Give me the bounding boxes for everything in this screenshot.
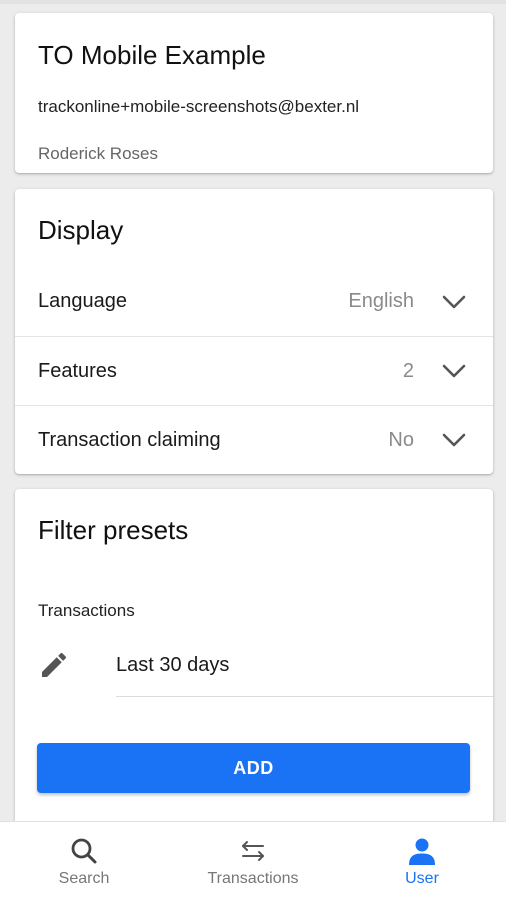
nav-label: Search [58, 870, 110, 887]
nav-item-search[interactable]: Search [0, 822, 168, 900]
setting-language-row[interactable]: Language English [15, 267, 493, 336]
account-title: TO Mobile Example [38, 40, 266, 70]
setting-features-row[interactable]: Features 2 [15, 336, 493, 405]
account-email: trackonline+mobile-screenshots@bexter.nl [38, 97, 360, 116]
account-user-name: Roderick Roses [38, 144, 158, 163]
nav-item-transactions[interactable]: Transactions [169, 822, 337, 900]
chevron-down-icon [442, 433, 466, 447]
account-card: TO Mobile Example trackonline+mobile-scr… [15, 13, 493, 173]
swap-arrows-icon [242, 841, 264, 861]
setting-label: Transaction claiming [38, 428, 221, 451]
filter-presets-subtitle: Transactions [38, 601, 135, 620]
setting-transaction-claiming-row[interactable]: Transaction claiming No [15, 405, 493, 474]
setting-value: No [388, 428, 414, 451]
setting-value: English [348, 290, 414, 312]
status-strip [0, 0, 506, 4]
setting-label: Language [38, 290, 127, 312]
display-title: Display [38, 215, 124, 245]
chevron-down-icon [442, 295, 466, 308]
search-icon [71, 838, 97, 864]
chevron-down-icon [442, 364, 466, 378]
preset-label: Last 30 days [116, 654, 230, 676]
filter-presets-card: Filter presets Transactions Last 30 days… [15, 489, 493, 834]
filter-presets-title: Filter presets [38, 515, 189, 545]
add-preset-button[interactable]: ADD [37, 743, 470, 793]
nav-label: User [405, 870, 439, 887]
settings-screen: TO Mobile Example trackonline+mobile-scr… [0, 0, 506, 900]
setting-label: Features [38, 359, 117, 382]
user-icon [409, 838, 435, 865]
nav-item-user[interactable]: User [338, 822, 506, 900]
display-card: Display Language English Features 2 Tran… [15, 189, 493, 474]
preset-item[interactable]: Last 30 days [15, 639, 493, 697]
preset-divider [116, 696, 493, 697]
bottom-navigation: Search Transactions User [0, 821, 506, 900]
nav-label: Transactions [207, 870, 299, 887]
setting-value: 2 [402, 359, 414, 382]
pencil-icon[interactable] [38, 649, 70, 681]
